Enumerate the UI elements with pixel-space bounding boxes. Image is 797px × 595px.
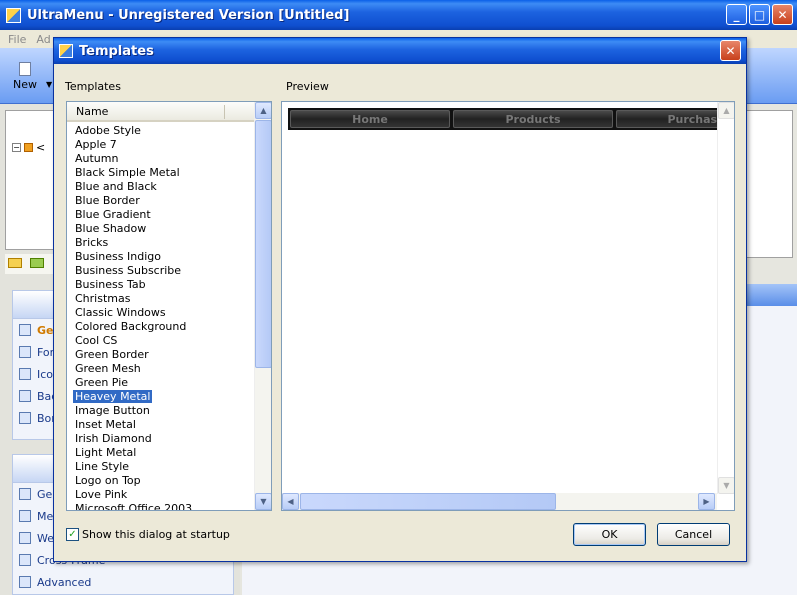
show-at-startup-label: Show this dialog at startup xyxy=(82,528,230,541)
main-close-button[interactable]: ✕ xyxy=(772,4,793,25)
list-item[interactable]: Black Simple Metal xyxy=(67,166,254,180)
list-item[interactable]: Line Style xyxy=(67,460,254,474)
maximize-button[interactable]: □ xyxy=(749,4,770,25)
cancel-button[interactable]: Cancel xyxy=(657,523,730,546)
sidebar-item-advanced[interactable]: Advanced xyxy=(13,571,233,593)
list-item[interactable]: Bricks xyxy=(67,236,254,250)
list-item[interactable]: Colored Background xyxy=(67,320,254,334)
icon-icon xyxy=(19,368,31,380)
list-item[interactable]: Business Tab xyxy=(67,278,254,292)
scroll-down-arrow-icon[interactable]: ▼ xyxy=(255,493,271,510)
preview-scroll-up-icon[interactable]: ▲ xyxy=(718,102,734,119)
scroll-up-arrow-icon[interactable]: ▲ xyxy=(255,102,271,119)
templates-dialog: Templates ✕ Templates Preview Name Adobe… xyxy=(53,37,747,562)
preview-horizontal-thumb[interactable] xyxy=(300,493,556,510)
separator-icon[interactable] xyxy=(30,258,44,268)
list-item[interactable]: Heavey Metal xyxy=(67,390,254,404)
list-item[interactable]: Adobe Style xyxy=(67,124,254,138)
list-item[interactable]: Autumn xyxy=(67,152,254,166)
list-item[interactable]: Green Border xyxy=(67,348,254,362)
web-icon xyxy=(19,532,31,544)
list-item[interactable]: Logo on Top xyxy=(67,474,254,488)
preview-vertical-scrollbar[interactable]: ▲ ▼ xyxy=(717,102,734,494)
list-item[interactable]: Image Button xyxy=(67,404,254,418)
preview-label: Preview xyxy=(286,80,329,93)
general-icon xyxy=(19,324,31,336)
main-titlebar: UltraMenu - Unregistered Version [Untitl… xyxy=(0,0,797,30)
column-header-name[interactable]: Name xyxy=(67,102,254,122)
list-item[interactable]: Light Metal xyxy=(67,446,254,460)
dialog-title: Templates xyxy=(79,43,154,59)
preview-menu-home: Home xyxy=(290,110,450,128)
scroll-thumb[interactable] xyxy=(255,120,271,368)
new-button-label: New xyxy=(13,78,37,91)
menu-icon xyxy=(19,510,31,522)
list-item[interactable]: Blue Shadow xyxy=(67,222,254,236)
list-item[interactable]: Apple 7 xyxy=(67,138,254,152)
preview-menu-products: Products xyxy=(453,110,613,128)
dialog-icon xyxy=(59,44,73,58)
list-item[interactable]: Love Pink xyxy=(67,488,254,502)
list-item[interactable]: Inset Metal xyxy=(67,418,254,432)
menu-ad[interactable]: Ad xyxy=(36,33,50,46)
minimize-button[interactable]: _ xyxy=(726,4,747,25)
templates-label: Templates xyxy=(65,80,121,93)
list-item[interactable]: Christmas xyxy=(67,292,254,306)
preview-scroll-left-icon[interactable]: ◀ xyxy=(282,493,299,510)
dialog-close-button[interactable]: ✕ xyxy=(720,40,741,61)
templates-list-items: Adobe Style Apple 7 Autumn Black Simple Met… xyxy=(67,124,254,510)
new-document-icon xyxy=(19,62,31,76)
templates-list[interactable]: Name Adobe Style Apple 7 Autumn Black Simpl… xyxy=(66,101,272,511)
list-item[interactable]: Microsoft Office 2003 xyxy=(67,502,254,510)
main-window-title: UltraMenu - Unregistered Version [Untitl… xyxy=(27,7,350,23)
list-item[interactable]: Business Subscribe xyxy=(67,264,254,278)
folder-icon xyxy=(24,143,33,152)
list-item[interactable]: Blue and Black xyxy=(67,180,254,194)
preview-box: Home Products Purchase ▲ ▼ ◀ ▶ xyxy=(281,101,735,511)
menu-file[interactable]: File xyxy=(8,33,26,46)
preview-scroll-right-icon[interactable]: ▶ xyxy=(698,493,715,510)
font-icon xyxy=(19,346,31,358)
preview-menu-bar: Home Products Purchase xyxy=(288,108,734,130)
app-icon xyxy=(6,7,21,23)
list-item[interactable]: Business Indigo xyxy=(67,250,254,264)
advanced-icon xyxy=(19,576,31,588)
cross-frame-icon xyxy=(19,554,31,566)
border-icon xyxy=(19,412,31,424)
general-settings-icon xyxy=(19,488,31,500)
list-item[interactable]: Blue Gradient xyxy=(67,208,254,222)
list-item[interactable]: Green Pie xyxy=(67,376,254,390)
preview-scroll-down-icon[interactable]: ▼ xyxy=(718,477,734,494)
list-item[interactable]: Irish Diamond xyxy=(67,432,254,446)
preview-horizontal-scrollbar[interactable]: ◀ ▶ xyxy=(282,493,717,510)
new-button[interactable]: New ▼ xyxy=(6,62,52,91)
show-at-startup-checkbox[interactable]: ✓ xyxy=(66,528,79,541)
item-icon[interactable] xyxy=(8,258,22,268)
tree-root-node[interactable]: − < xyxy=(12,141,45,154)
templates-vertical-scrollbar[interactable]: ▲ ▼ xyxy=(254,102,271,510)
collapse-icon[interactable]: − xyxy=(12,143,21,152)
list-item[interactable]: Cool CS xyxy=(67,334,254,348)
list-item[interactable]: Blue Border xyxy=(67,194,254,208)
dialog-titlebar: Templates ✕ xyxy=(54,38,746,64)
dropdown-arrow-icon[interactable]: ▼ xyxy=(46,80,52,89)
ok-button[interactable]: OK xyxy=(573,523,646,546)
background-icon xyxy=(19,390,31,402)
show-at-startup-row[interactable]: ✓ Show this dialog at startup xyxy=(66,528,230,541)
list-item[interactable]: Classic Windows xyxy=(67,306,254,320)
preview-pane xyxy=(745,110,793,258)
list-item[interactable]: Green Mesh xyxy=(67,362,254,376)
